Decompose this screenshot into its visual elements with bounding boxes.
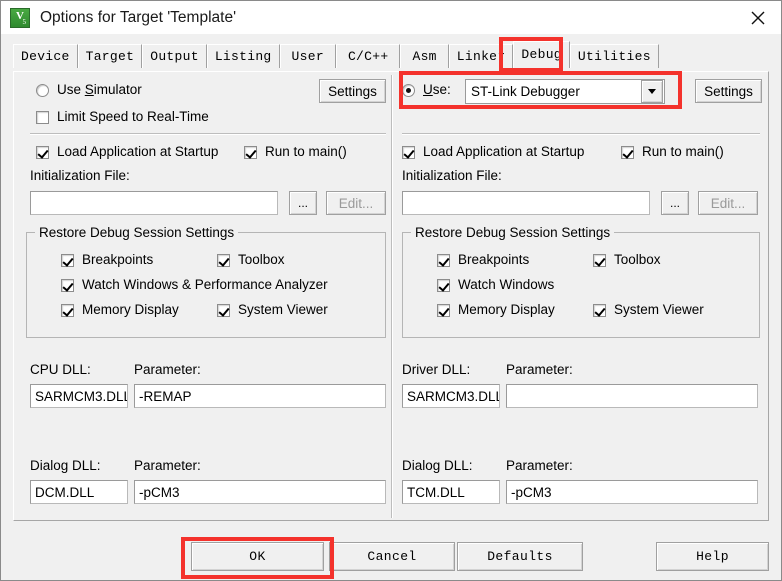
- simulator-restore-group: Restore Debug Session Settings Breakpoin…: [26, 225, 386, 338]
- simulator-init-file-label: Initialization File:: [30, 168, 130, 183]
- debug-tab-panel: Use Simulator Settings Limit Speed to Re…: [13, 71, 769, 521]
- tab-listing[interactable]: Listing: [206, 44, 280, 68]
- debugger-dialog-dll-input[interactable]: TCM.DLL: [402, 480, 500, 504]
- simulator-watch-windows-checkbox[interactable]: [61, 279, 74, 292]
- debugger-dialog-parameter-label: Parameter:: [506, 458, 573, 473]
- debugger-dialog-dll-label: Dialog DLL:: [402, 458, 473, 473]
- tab-output[interactable]: Output: [142, 44, 207, 68]
- use-debugger-radio[interactable]: [402, 84, 415, 97]
- simulator-memory-display-checkbox[interactable]: [61, 304, 74, 317]
- debugger-load-app-label: Load Application at Startup: [423, 144, 585, 159]
- tab-utilities[interactable]: Utilities: [569, 44, 659, 68]
- simulator-run-to-main-checkbox[interactable]: [244, 146, 257, 159]
- debugger-load-app-checkbox[interactable]: [402, 146, 415, 159]
- simulator-memory-display-label: Memory Display: [82, 302, 179, 317]
- debugger-restore-group: Restore Debug Session Settings Breakpoin…: [402, 225, 760, 338]
- simulator-dialog-parameter-label: Parameter:: [134, 458, 201, 473]
- debugger-run-to-main-checkbox[interactable]: [621, 146, 634, 159]
- driver-dll-label: Driver DLL:: [402, 362, 471, 377]
- tab-debug[interactable]: Debug: [513, 41, 570, 68]
- use-simulator-label: Use Simulator: [57, 82, 142, 97]
- window-title: Options for Target 'Template': [40, 8, 237, 26]
- debugger-memory-display-checkbox[interactable]: [437, 304, 450, 317]
- debugger-select-value: ST-Link Debugger: [471, 84, 580, 99]
- simulator-dialog-parameter-input[interactable]: -pCM3: [134, 480, 386, 504]
- debugger-toolbox-label: Toolbox: [614, 252, 661, 267]
- debugger-select[interactable]: ST-Link Debugger: [465, 79, 665, 104]
- simulator-separator: [30, 133, 386, 135]
- keil-icon-glyph: V: [16, 9, 24, 22]
- chevron-down-icon[interactable]: [641, 80, 663, 103]
- cpu-parameter-label: Parameter:: [134, 362, 201, 377]
- ok-button[interactable]: OK: [191, 542, 324, 571]
- simulator-load-app-checkbox[interactable]: [36, 146, 49, 159]
- simulator-dialog-dll-label: Dialog DLL:: [30, 458, 101, 473]
- driver-parameter-input[interactable]: [506, 384, 758, 408]
- options-for-target-dialog: V 5 Options for Target 'Template' Device…: [0, 0, 782, 581]
- simulator-browse-button[interactable]: ...: [289, 191, 317, 215]
- simulator-run-to-main-label: Run to main(): [265, 144, 347, 159]
- simulator-pane: Use Simulator Settings Limit Speed to Re…: [14, 72, 391, 520]
- tab-asm[interactable]: Asm: [400, 44, 449, 68]
- defaults-button[interactable]: Defaults: [457, 542, 583, 571]
- debugger-memory-display-label: Memory Display: [458, 302, 555, 317]
- debugger-toolbox-checkbox[interactable]: [593, 254, 606, 267]
- simulator-system-viewer-checkbox[interactable]: [217, 304, 230, 317]
- debugger-edit-button[interactable]: Edit...: [698, 191, 758, 215]
- debugger-run-to-main-label: Run to main(): [642, 144, 724, 159]
- debugger-restore-group-title: Restore Debug Session Settings: [411, 225, 615, 240]
- tab-row: Device Target Output Listing User C/C++ …: [13, 41, 659, 68]
- simulator-watch-windows-label: Watch Windows & Performance Analyzer: [82, 277, 328, 292]
- debugger-init-file-input[interactable]: [402, 191, 650, 215]
- simulator-system-viewer-label: System Viewer: [238, 302, 328, 317]
- tab-target[interactable]: Target: [77, 44, 143, 68]
- debugger-browse-button[interactable]: ...: [661, 191, 689, 215]
- keil-icon-version-glyph: 5: [22, 17, 27, 26]
- cpu-parameter-input[interactable]: -REMAP: [134, 384, 386, 408]
- debugger-init-file-label: Initialization File:: [402, 168, 502, 183]
- dialog-button-bar: OK Cancel Defaults Help: [1, 523, 781, 580]
- close-icon[interactable]: [735, 1, 781, 34]
- keil-uvision-icon: V 5: [10, 7, 30, 28]
- use-debugger-label: Use:: [423, 82, 451, 97]
- simulator-toolbox-label: Toolbox: [238, 252, 285, 267]
- simulator-dialog-dll-input[interactable]: DCM.DLL: [30, 480, 128, 504]
- limit-speed-label: Limit Speed to Real-Time: [57, 109, 209, 124]
- debugger-watch-windows-checkbox[interactable]: [437, 279, 450, 292]
- tab-strip: Device Target Output Listing User C/C++ …: [1, 34, 781, 72]
- debugger-pane: Use: ST-Link Debugger Settings Load Appl…: [393, 72, 768, 520]
- tab-linker[interactable]: Linker: [448, 44, 514, 68]
- debugger-separator: [402, 133, 760, 135]
- tab-user[interactable]: User: [279, 44, 336, 68]
- tab-c-cpp[interactable]: C/C++: [335, 44, 401, 68]
- simulator-breakpoints-checkbox[interactable]: [61, 254, 74, 267]
- debugger-settings-button[interactable]: Settings: [695, 79, 762, 103]
- debugger-watch-windows-label: Watch Windows: [458, 277, 555, 292]
- driver-dll-input[interactable]: SARMCM3.DLL: [402, 384, 500, 408]
- debugger-breakpoints-checkbox[interactable]: [437, 254, 450, 267]
- limit-speed-checkbox[interactable]: [36, 111, 49, 124]
- tab-device[interactable]: Device: [13, 44, 78, 68]
- simulator-init-file-input[interactable]: [30, 191, 278, 215]
- simulator-load-app-label: Load Application at Startup: [57, 144, 219, 159]
- simulator-edit-button[interactable]: Edit...: [326, 191, 386, 215]
- debugger-dialog-parameter-input[interactable]: -pCM3: [506, 480, 758, 504]
- title-bar: V 5 Options for Target 'Template': [1, 1, 781, 34]
- cpu-dll-input[interactable]: SARMCM3.DLL: [30, 384, 128, 408]
- simulator-restore-group-title: Restore Debug Session Settings: [35, 225, 239, 240]
- use-simulator-radio[interactable]: [36, 84, 49, 97]
- simulator-toolbox-checkbox[interactable]: [217, 254, 230, 267]
- cancel-button[interactable]: Cancel: [329, 542, 455, 571]
- debugger-system-viewer-checkbox[interactable]: [593, 304, 606, 317]
- debugger-breakpoints-label: Breakpoints: [458, 252, 530, 267]
- driver-parameter-label: Parameter:: [506, 362, 573, 377]
- cpu-dll-label: CPU DLL:: [30, 362, 91, 377]
- help-button[interactable]: Help: [656, 542, 769, 571]
- debugger-system-viewer-label: System Viewer: [614, 302, 704, 317]
- simulator-breakpoints-label: Breakpoints: [82, 252, 154, 267]
- simulator-settings-button[interactable]: Settings: [319, 79, 386, 103]
